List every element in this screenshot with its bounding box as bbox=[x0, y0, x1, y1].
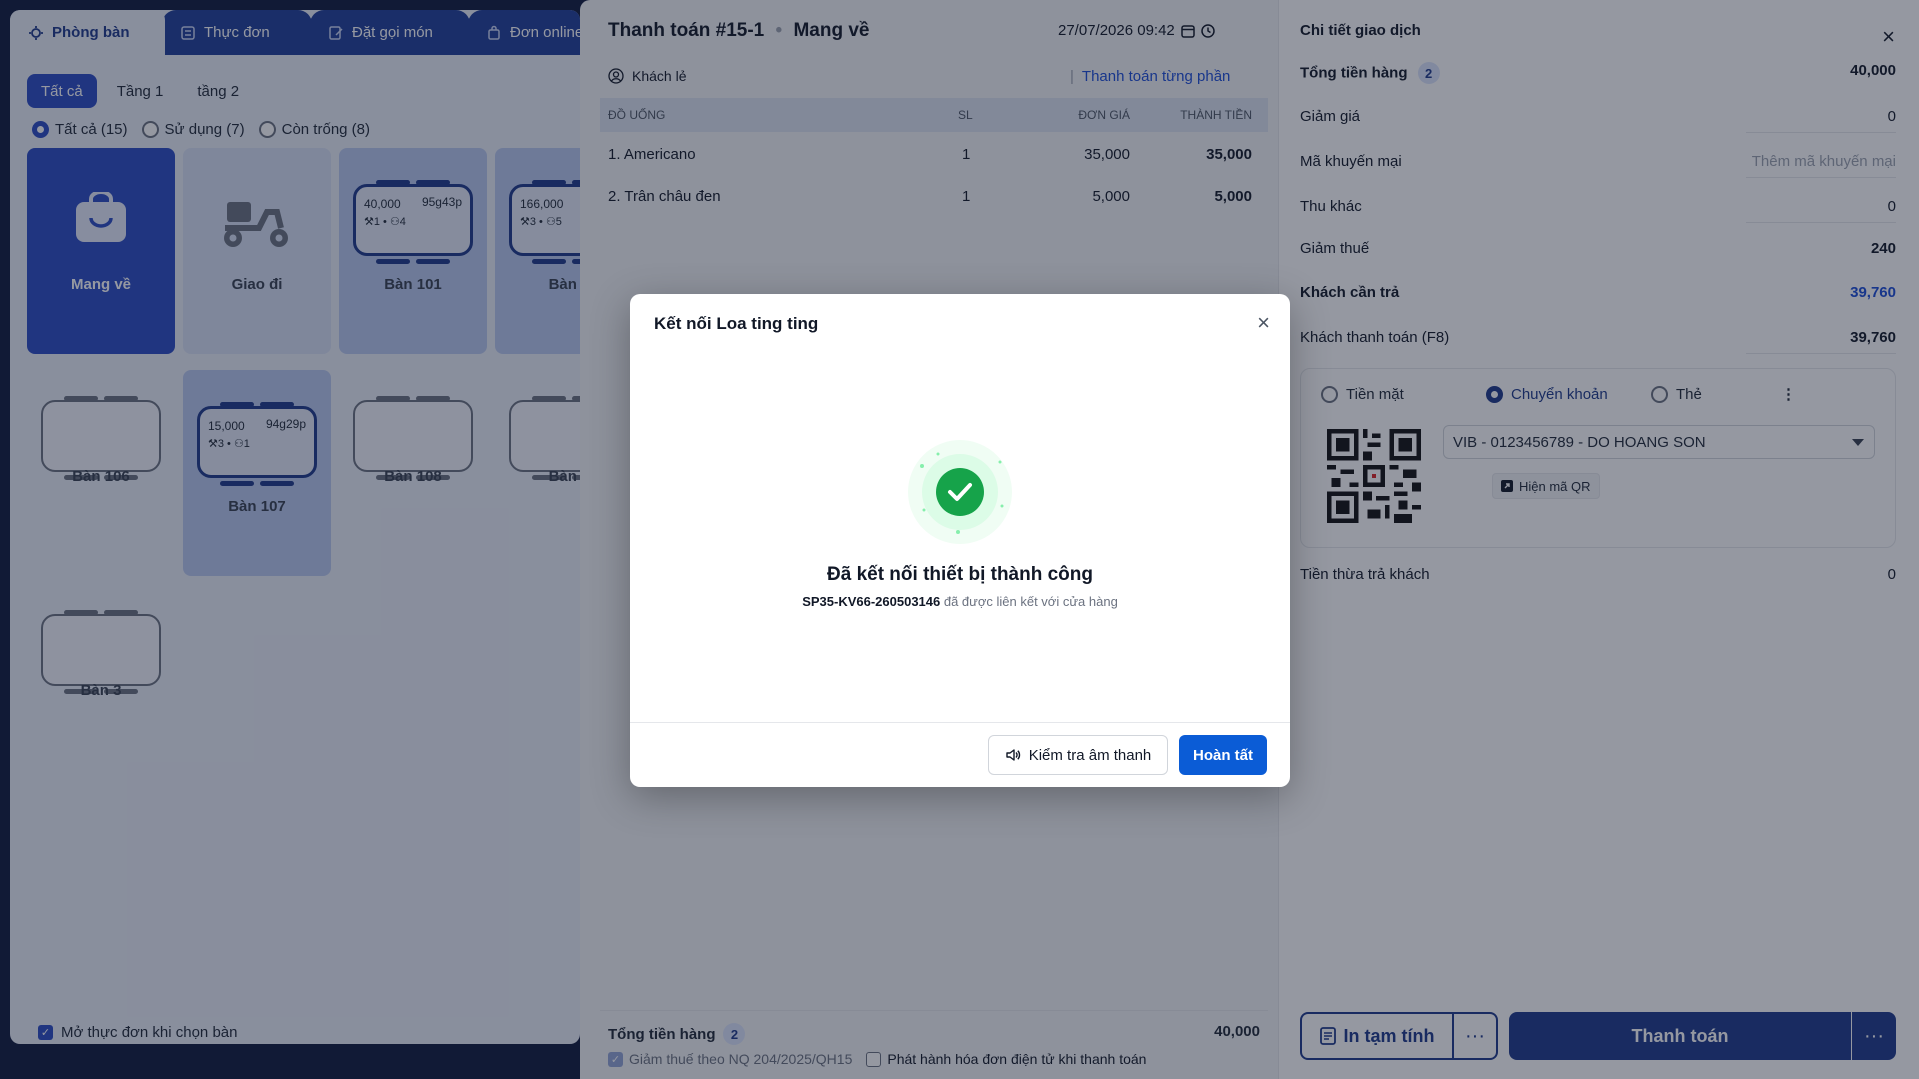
speaker-connect-dialog: Kết nối Loa ting ting × Đã kết nối thiết… bbox=[630, 294, 1290, 787]
test-sound-button[interactable]: Kiểm tra âm thanh bbox=[988, 735, 1168, 775]
success-title: Đã kết nối thiết bị thành công bbox=[827, 564, 1093, 585]
test-sound-label: Kiểm tra âm thanh bbox=[1028, 746, 1152, 764]
success-check-icon bbox=[908, 440, 1012, 544]
success-suffix: đã được liên kết với cửa hàng bbox=[940, 594, 1118, 609]
close-icon[interactable]: × bbox=[1257, 310, 1270, 336]
device-id: SP35-KV66-260503146 bbox=[802, 594, 941, 609]
dialog-title: Kết nối Loa ting ting bbox=[654, 314, 819, 333]
success-subtitle: SP35-KV66-260503146 đã được liên kết với… bbox=[630, 594, 1290, 609]
speaker-icon bbox=[1006, 749, 1020, 761]
done-button[interactable]: Hoàn tất bbox=[1179, 735, 1267, 775]
